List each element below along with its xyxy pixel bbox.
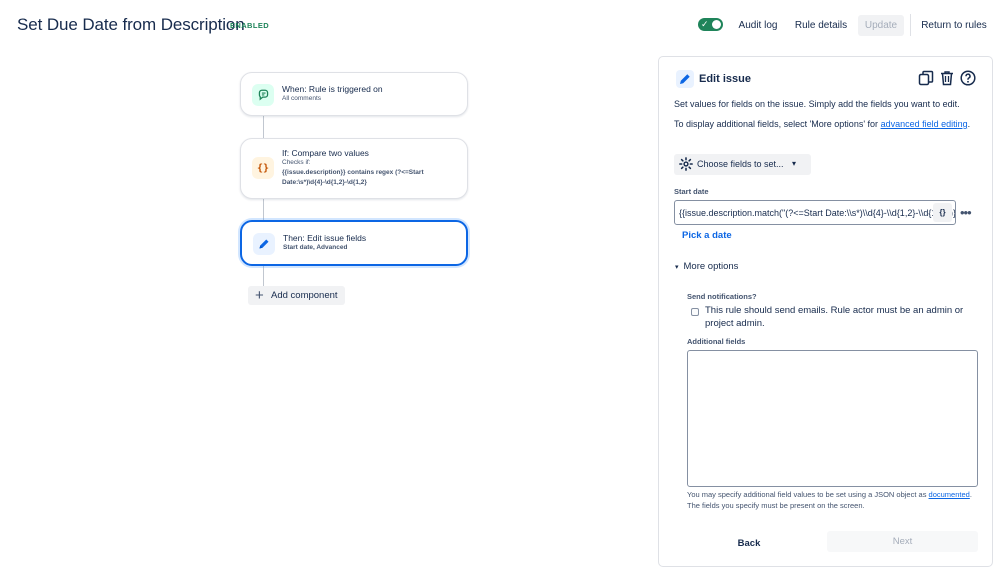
flow-connector [263, 116, 264, 138]
additional-fields-label: Additional fields [687, 337, 746, 346]
documented-link[interactable]: documented [929, 490, 970, 499]
more-actions-icon[interactable]: ••• [960, 205, 972, 220]
trigger-title: When: Rule is triggered on [282, 84, 383, 94]
action-subtitle: Start date, Advanced [283, 244, 348, 251]
start-date-input[interactable]: {{issue.description.match("(?<=Start Dat… [674, 200, 956, 225]
condition-subtitle: Checks if: [282, 159, 311, 166]
start-date-label: Start date [674, 187, 709, 196]
additional-fields-help: You may specify additional field values … [687, 489, 978, 511]
flow-connector [263, 199, 264, 221]
return-to-rules-button[interactable]: Return to rules [919, 15, 989, 36]
trash-icon[interactable] [939, 70, 955, 86]
action-node[interactable]: Then: Edit issue fields Start date, Adva… [240, 220, 468, 266]
advanced-field-editing-link[interactable]: advanced field editing [881, 119, 968, 129]
panel-description: Set values for fields on the issue. Simp… [674, 99, 960, 109]
add-component-button[interactable]: + Add component [248, 286, 345, 305]
flow-connector [263, 265, 264, 286]
additional-fields-textarea[interactable] [687, 350, 978, 487]
pencil-icon [676, 70, 694, 88]
chevron-down-icon: ▾ [675, 264, 679, 271]
send-notifications-label: Send notifications? [687, 292, 757, 301]
additional-info-text: To display additional fields, select 'Mo… [674, 119, 879, 129]
choose-fields-label: Choose fields to set... [697, 159, 784, 169]
additional-info-suffix: . [967, 119, 971, 129]
chevron-down-icon: ▾ [792, 159, 797, 168]
condition-title: If: Compare two values [282, 148, 369, 158]
pick-a-date-link[interactable]: Pick a date [682, 230, 732, 241]
trigger-subtitle: All comments [282, 95, 322, 102]
pencil-icon [253, 233, 275, 255]
back-button[interactable]: Back [719, 533, 779, 554]
check-icon: ✓ [701, 19, 709, 29]
condition-detail: {{issue.description}} contains regex (?<… [282, 169, 424, 186]
panel-title: Edit issue [699, 73, 751, 85]
audit-log-button[interactable]: Audit log [734, 15, 782, 36]
trigger-node[interactable]: When: Rule is triggered on All comments [240, 72, 468, 116]
send-notifications-text: This rule should send emails. Rule actor… [705, 305, 964, 329]
next-button[interactable]: Next [827, 531, 978, 552]
status-badge: ENABLED [230, 21, 270, 30]
page-title: Set Due Date from Description [17, 15, 245, 34]
additional-fields-info: To display additional fields, select 'Mo… [674, 118, 974, 131]
more-options-label: More options [683, 261, 739, 272]
header-divider [910, 14, 911, 36]
help-prefix: You may specify additional field values … [687, 490, 927, 499]
edit-issue-panel: Edit issue Set values for fields on the … [658, 56, 993, 567]
help-icon[interactable] [960, 70, 976, 86]
braces-icon: {} [252, 157, 274, 179]
action-title: Then: Edit issue fields [283, 233, 367, 243]
rule-details-button[interactable]: Rule details [792, 15, 850, 36]
comment-icon [252, 84, 274, 106]
condition-node[interactable]: {} If: Compare two values Checks if: {{i… [240, 138, 468, 199]
duplicate-icon[interactable] [918, 70, 934, 86]
plus-icon: + [255, 287, 264, 304]
more-options-toggle[interactable]: ▾ More options [675, 261, 738, 272]
rule-enabled-toggle[interactable]: ✓ [698, 18, 723, 31]
update-button[interactable]: Update [858, 15, 904, 36]
choose-fields-dropdown[interactable]: Choose fields to set... ▾ [674, 154, 811, 175]
send-notifications-checkbox[interactable] [691, 308, 699, 316]
smart-value-button[interactable]: {} [933, 203, 952, 222]
toggle-knob [712, 20, 721, 29]
gear-icon [679, 157, 693, 173]
add-component-label: Add component [271, 290, 338, 301]
